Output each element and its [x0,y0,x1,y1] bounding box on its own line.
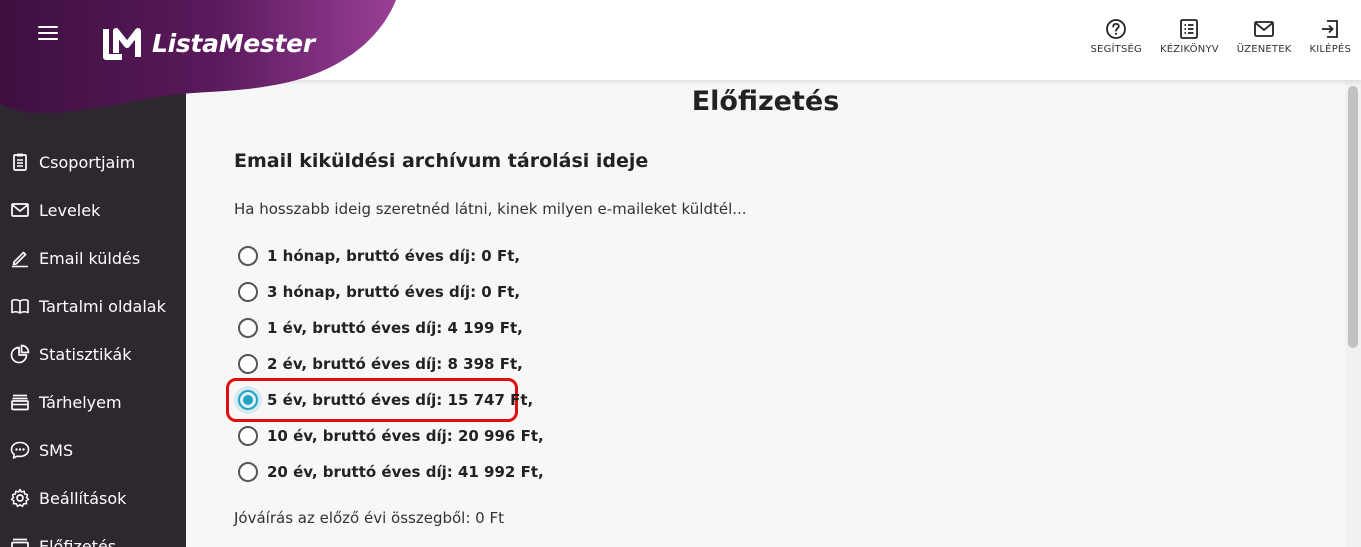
archive-option-1-month[interactable]: 1 hónap, bruttó éves díj: 0 Ft, [238,245,520,267]
manual-icon [1180,19,1199,39]
sidebar-item-content-pages[interactable]: Tartalmi oldalak [10,292,166,320]
help-button[interactable]: SEGÍTSÉG [1091,18,1143,55]
manual-button[interactable]: KÉZIKÖNYV [1160,18,1219,55]
archive-option-3-months[interactable]: 3 hónap, bruttó éves díj: 0 Ft, [238,281,520,303]
sidebar-item-label: Tárhelyem [39,392,122,412]
archive-option-2-years[interactable]: 2 év, bruttó éves díj: 8 398 Ft, [238,353,523,375]
radio-button-selected[interactable] [234,386,262,414]
option-label: 3 hónap, bruttó éves díj: 0 Ft, [267,283,521,301]
mail-icon [1254,21,1275,37]
sidebar-item-settings[interactable]: Beállítások [10,484,126,512]
messages-button[interactable]: ÜZENETEK [1237,18,1292,55]
hamburger-line [38,38,58,40]
menu-toggle-button[interactable] [38,26,60,42]
archive-option-20-years[interactable]: 20 év, bruttó éves díj: 41 992 Ft, [238,461,544,483]
envelope-icon [11,203,29,217]
previous-year-credit: Jóváírás az előző évi összegből: 0 Ft [234,509,504,527]
option-label: 20 év, bruttó éves díj: 41 992 Ft, [267,463,544,481]
option-label: 5 év, bruttó éves díj: 15 747 Ft, [267,391,534,409]
logout-label: KILÉPÉS [1309,44,1351,55]
archive-option-5-years[interactable]: 5 év, bruttó éves díj: 15 747 Ft, [234,386,534,414]
section-description: Ha hosszabb ideig szeretnéd látni, kinek… [234,200,747,218]
listamester-logo-icon [103,28,141,60]
sidebar-item-sms[interactable]: SMS [10,436,73,464]
chat-bubble-icon [10,441,30,459]
vertical-scrollbar[interactable] [1345,80,1361,547]
sidebar-item-email-send[interactable]: Email küldés [10,244,140,272]
radio-button[interactable] [238,462,258,482]
messages-label: ÜZENETEK [1236,44,1292,55]
clipboard-icon [13,153,27,171]
sidebar-item-label: Előfizetés [39,536,117,547]
pie-chart-icon [10,344,30,364]
hamburger-line [38,32,58,34]
sidebar-item-label: Levelek [39,200,101,220]
radio-focus-halo [234,386,262,414]
sidebar: Csoportjaim Levelek Email küldés Tartalm… [0,80,186,547]
header-actions: SEGÍTSÉG KÉZIKÖNYV ÜZENETEK KILÉPÉS [1073,18,1352,55]
logout-icon [1322,20,1339,38]
archive-option-10-years[interactable]: 10 év, bruttó éves díj: 20 996 Ft, [238,425,544,447]
brand-logo[interactable]: ListaMester [100,24,315,62]
manual-label: KÉZIKÖNYV [1160,44,1219,55]
logout-button[interactable]: KILÉPÉS [1310,18,1352,55]
sidebar-item-label: Csoportjaim [39,152,136,172]
scrollbar-thumb[interactable] [1348,86,1358,348]
sidebar-item-label: Statisztikák [39,344,132,364]
radio-button[interactable] [238,246,258,266]
sidebar-item-letters[interactable]: Levelek [10,196,100,224]
option-label: 1 hónap, bruttó éves díj: 0 Ft, [267,247,521,265]
radio-button[interactable] [238,354,258,374]
section-title: Email kiküldési archívum tárolási ideje [234,150,649,172]
subscription-icon [11,538,29,547]
option-label: 2 év, bruttó éves díj: 8 398 Ft, [267,355,523,373]
sidebar-item-subscription[interactable]: Előfizetés [10,532,116,547]
help-label: SEGÍTSÉG [1090,44,1142,55]
brand-name: ListaMester [152,28,315,58]
hamburger-line [38,26,58,28]
archive-option-1-year[interactable]: 1 év, bruttó éves díj: 4 199 Ft, [238,317,523,339]
radio-button[interactable] [238,318,258,338]
help-circle-icon [1106,19,1127,39]
sidebar-item-label: Tartalmi oldalak [39,296,166,316]
sidebar-item-label: Email küldés [39,248,141,268]
radio-button[interactable] [238,282,258,302]
option-label: 10 év, bruttó éves díj: 20 996 Ft, [267,427,544,445]
sidebar-item-statistics[interactable]: Statisztikák [10,340,131,368]
storage-icon [11,394,29,411]
book-icon [11,299,29,314]
gear-icon [10,488,30,508]
pencil-icon [12,251,28,268]
sidebar-item-label: Beállítások [39,488,127,508]
sidebar-item-label: SMS [39,440,74,460]
option-label: 1 év, bruttó éves díj: 4 199 Ft, [267,319,523,337]
sidebar-item-storage[interactable]: Tárhelyem [10,388,122,416]
radio-button[interactable] [238,426,258,446]
sidebar-item-groups[interactable]: Csoportjaim [10,148,135,176]
